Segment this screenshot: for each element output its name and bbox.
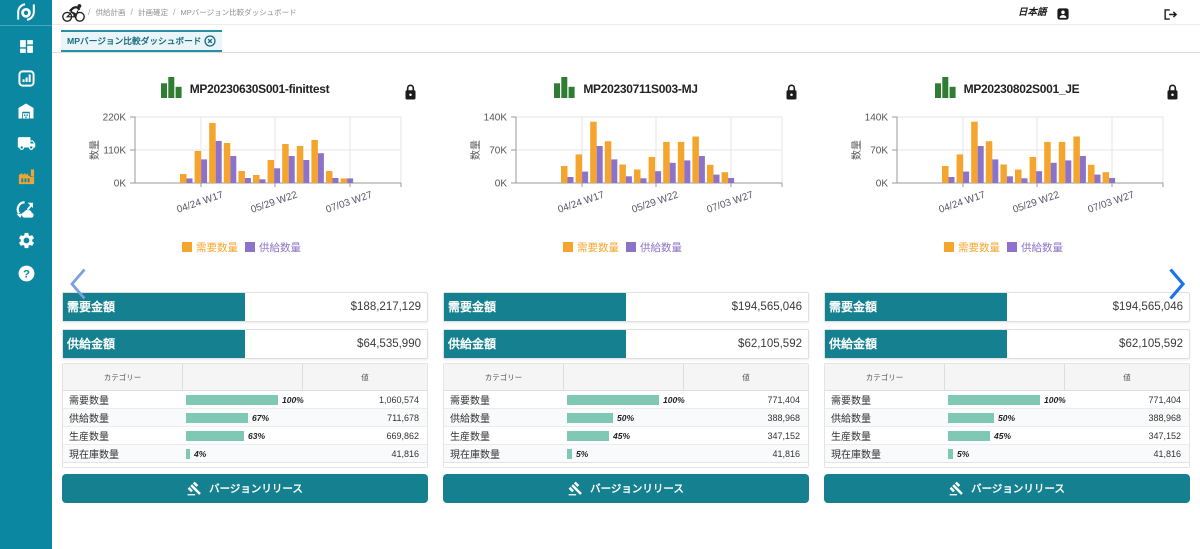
svg-text:70K: 70K [870, 146, 888, 157]
svg-text:需要数量: 需要数量 [577, 241, 619, 254]
svg-text:供給数量: 供給数量 [259, 241, 301, 254]
svg-text:140K: 140K [865, 113, 889, 124]
svg-text:需要数量: 需要数量 [958, 241, 1000, 254]
svg-text:70K: 70K [489, 146, 507, 157]
svg-text:0K: 0K [114, 179, 127, 190]
svg-text:04/24 W17: 04/24 W17 [557, 189, 607, 215]
svg-text:0K: 0K [495, 179, 508, 190]
svg-text:数量: 数量 [88, 140, 101, 160]
svg-text:供給数量: 供給数量 [1021, 241, 1063, 254]
svg-text:05/29 W22: 05/29 W22 [250, 189, 300, 215]
svg-text:04/24 W17: 04/24 W17 [938, 189, 988, 215]
svg-text:05/29 W22: 05/29 W22 [631, 189, 681, 215]
svg-text:07/03 W27: 07/03 W27 [1087, 189, 1137, 215]
svg-text:07/03 W27: 07/03 W27 [325, 189, 375, 215]
svg-text:数量: 数量 [850, 140, 863, 160]
svg-text:07/03 W27: 07/03 W27 [706, 189, 756, 215]
svg-text:110K: 110K [103, 146, 126, 157]
svg-text:?: ? [22, 268, 29, 280]
svg-text:140K: 140K [484, 113, 508, 124]
svg-text:220K: 220K [103, 113, 127, 124]
svg-text:0K: 0K [876, 179, 889, 190]
svg-text:数量: 数量 [469, 140, 482, 160]
svg-text:04/24 W17: 04/24 W17 [176, 189, 226, 215]
svg-text:供給数量: 供給数量 [640, 241, 682, 254]
svg-text:需要数量: 需要数量 [196, 241, 238, 254]
svg-text:05/29 W22: 05/29 W22 [1012, 189, 1062, 215]
